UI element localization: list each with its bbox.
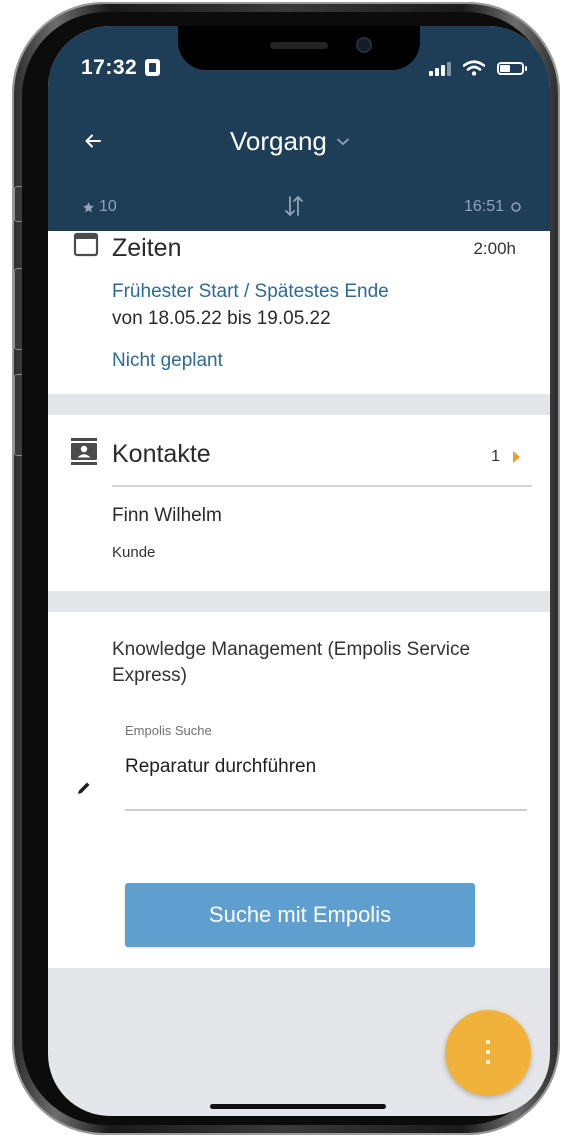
kontakte-card: Kontakte 1 Finn Wilhelm Kunde — [48, 415, 550, 591]
kontakte-count: 1 — [491, 448, 500, 465]
sort-icon — [285, 195, 303, 217]
contact-list-item[interactable]: Finn Wilhelm Kunde — [112, 505, 530, 575]
contact-role: Kunde — [112, 544, 156, 561]
favorite-count: 10 — [82, 198, 117, 216]
date-range-value: von 18.05.22 bis 19.05.22 — [112, 308, 331, 329]
sim-card-icon — [145, 59, 160, 76]
cellular-signal-icon — [429, 60, 451, 76]
calendar-icon — [73, 232, 99, 257]
app-screen: 17:32 Vorgang 10 16:51 Zeiten 2:00h Früh… — [48, 26, 550, 1116]
pencil-icon — [78, 782, 90, 794]
empolis-search-button[interactable]: Suche mit Empolis — [125, 883, 475, 947]
contact-name: Finn Wilhelm — [112, 505, 222, 526]
device-notch — [178, 26, 420, 70]
knowledge-management-card: Knowledge Management (Empolis Service Ex… — [48, 612, 550, 968]
sort-button[interactable] — [284, 194, 304, 223]
contact-card-icon — [71, 438, 97, 465]
sync-status[interactable]: 16:51 — [464, 198, 522, 216]
date-range-link[interactable]: Frühester Start / Spätestes Ende — [112, 281, 389, 303]
zeiten-duration: 2:00h — [473, 239, 516, 258]
status-time: 17:32 — [81, 56, 138, 79]
back-button[interactable] — [78, 126, 108, 156]
more-actions-fab[interactable] — [445, 1010, 531, 1096]
zeiten-title: Zeiten — [112, 234, 182, 262]
empolis-search-label: Empolis Suche — [125, 723, 212, 738]
kontakte-title: Kontakte — [112, 440, 211, 468]
star-count-value: 10 — [99, 198, 117, 215]
kontakte-header[interactable]: Kontakte 1 — [48, 415, 550, 487]
speaker-grille — [270, 42, 328, 49]
divider — [112, 485, 532, 487]
status-icons — [429, 58, 527, 78]
title-dropdown[interactable]: Vorgang — [230, 126, 349, 157]
battery-icon — [497, 61, 527, 75]
caret-right-icon — [513, 451, 520, 463]
front-camera — [356, 37, 372, 53]
arrow-left-icon — [85, 134, 101, 148]
sync-icon — [511, 202, 521, 212]
more-vertical-icon — [486, 1040, 490, 1064]
chevron-down-icon — [336, 138, 349, 145]
zeiten-card: Zeiten 2:00h Frühester Start / Spätestes… — [48, 231, 550, 394]
page-title: Vorgang — [230, 126, 327, 156]
sub-toolbar: 10 16:51 — [48, 194, 550, 224]
star-icon — [83, 201, 94, 212]
home-indicator[interactable] — [210, 1104, 386, 1109]
knowledge-management-title: Knowledge Management (Empolis Service Ex… — [112, 639, 471, 686]
wifi-icon — [463, 60, 485, 76]
planning-status-link[interactable]: Nicht geplant — [112, 350, 223, 372]
empolis-search-input[interactable] — [125, 753, 527, 811]
app-header: 17:32 Vorgang 10 16:51 — [48, 26, 550, 232]
sync-time-value: 16:51 — [463, 198, 504, 215]
